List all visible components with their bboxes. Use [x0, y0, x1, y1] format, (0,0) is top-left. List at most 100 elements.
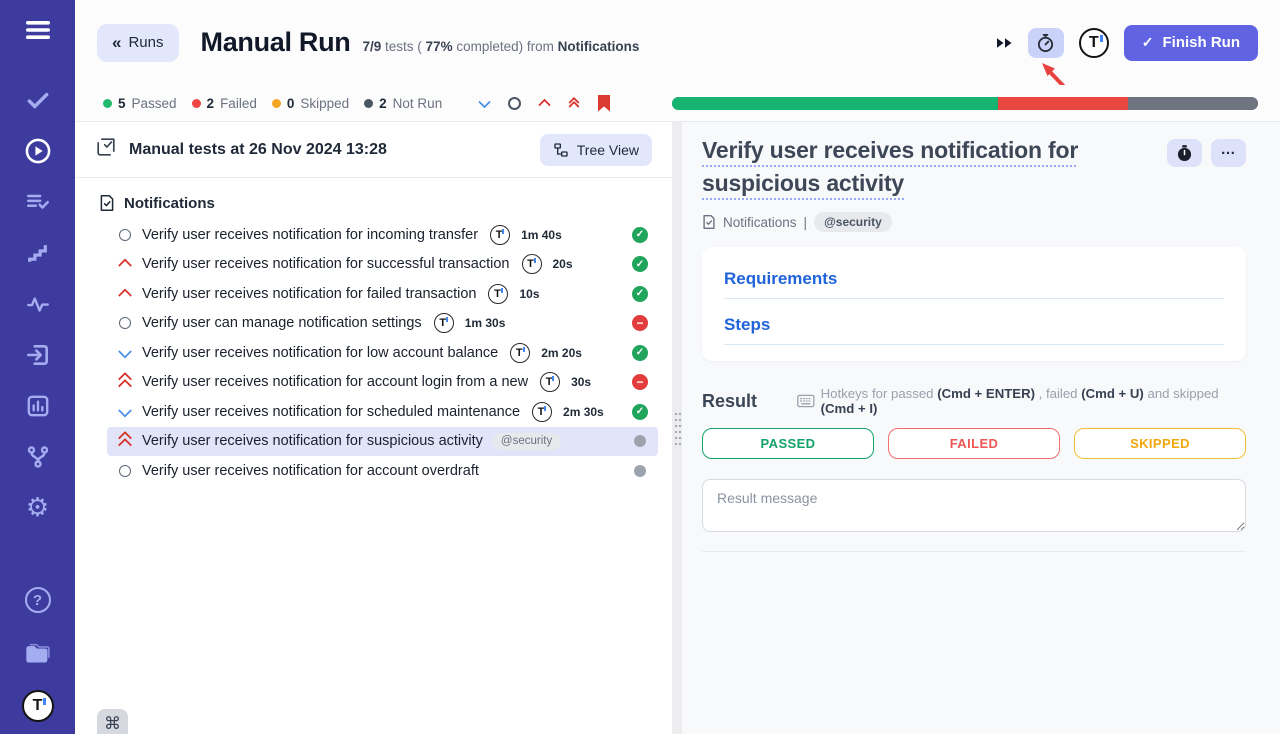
analytics-icon[interactable]	[24, 392, 52, 420]
bookmark-icon[interactable]	[596, 95, 612, 111]
help-icon[interactable]: ?	[24, 586, 52, 614]
test-priority-icon[interactable]	[117, 407, 133, 417]
test-priority-icon[interactable]	[117, 289, 133, 299]
result-button[interactable]: FAILED	[888, 428, 1060, 459]
test-duration: 1m 40s	[521, 228, 562, 242]
sidebar-bottom-group: ? T	[22, 586, 54, 722]
test-rows: Verify user receives notification for in…	[93, 220, 658, 486]
run-progress-subtitle: 7/9 tests ( 77% completed) from Notifica…	[363, 39, 640, 54]
status-count-label: Not Run	[393, 96, 443, 111]
test-detail-panel: Verify user receives notification for su…	[682, 122, 1280, 734]
tag-badge[interactable]: @security	[814, 212, 892, 232]
test-result-icon	[634, 435, 646, 447]
status-count-item[interactable]: 5 Passed	[103, 96, 177, 111]
test-priority-icon[interactable]	[117, 348, 133, 358]
chevron-up-icon[interactable]	[536, 95, 552, 111]
status-count-item[interactable]: 2 Failed	[192, 96, 257, 111]
test-result-icon	[632, 286, 648, 302]
test-row[interactable]: Verify user receives notification for ac…	[107, 456, 658, 486]
tree-view-button[interactable]: Tree View	[540, 134, 652, 166]
test-priority-icon[interactable]	[117, 317, 133, 329]
priority-filters	[476, 95, 612, 111]
result-button[interactable]: PASSED	[702, 428, 874, 459]
panel-splitter[interactable]	[672, 122, 682, 734]
test-row[interactable]: Verify user receives notification for lo…	[107, 338, 658, 368]
test-row[interactable]: Verify user receives notification for sc…	[107, 397, 658, 427]
test-row[interactable]: Verify user receives notification for in…	[107, 220, 658, 250]
test-list-panel: Manual tests at 26 Nov 2024 13:28 Tree V…	[75, 122, 672, 734]
circle-icon[interactable]	[506, 95, 522, 111]
run-play-icon[interactable]	[24, 137, 52, 165]
status-count-number: 2	[379, 96, 387, 111]
header: « Runs Manual Run 7/9 tests ( 77% comple…	[75, 0, 1280, 85]
test-result-icon	[632, 374, 648, 390]
test-row[interactable]: Verify user receives notification for su…	[107, 427, 658, 457]
status-count-item[interactable]: 2 Not Run	[364, 96, 442, 111]
breadcrumb-suite[interactable]: Notifications	[723, 215, 797, 230]
more-options-button[interactable]: …	[1211, 139, 1246, 167]
tests-check-icon[interactable]	[24, 86, 52, 114]
timer-button-wrap	[1028, 28, 1064, 58]
status-count-item[interactable]: 0 Skipped	[272, 96, 349, 111]
chevron-double-up-icon[interactable]	[566, 95, 582, 111]
status-dot-icon	[272, 99, 281, 108]
checklist-icon[interactable]	[24, 188, 52, 216]
test-result-icon	[632, 404, 648, 420]
test-tree: Notifications Verify user receives notif…	[75, 178, 672, 486]
status-dot-icon	[364, 99, 373, 108]
import-icon[interactable]	[24, 341, 52, 369]
test-title: Verify user receives notification for fa…	[142, 286, 476, 302]
hotkeys-hint: Hotkeys for passed (Cmd + ENTER) , faile…	[797, 386, 1246, 416]
test-row[interactable]: Verify user can manage notification sett…	[107, 309, 658, 339]
test-title: Verify user receives notification for ac…	[142, 463, 479, 479]
fast-forward-icon[interactable]	[996, 36, 1013, 50]
result-button[interactable]: SKIPPED	[1074, 428, 1246, 459]
branches-icon[interactable]	[24, 443, 52, 471]
steps-icon[interactable]	[24, 239, 52, 267]
test-title: Verify user receives notification for su…	[142, 433, 483, 449]
command-key-badge[interactable]: ⌘	[97, 709, 128, 734]
test-priority-icon[interactable]	[117, 229, 133, 241]
result-label: Result	[702, 391, 757, 412]
doc-icon	[702, 214, 716, 230]
testomat-logo-icon	[490, 225, 510, 245]
suite-group-label: Notifications	[124, 195, 215, 212]
status-dot-icon	[192, 99, 201, 108]
testomat-logo-icon[interactable]: T	[1079, 28, 1109, 58]
files-folder-icon[interactable]	[24, 638, 52, 666]
suite-doc-icon	[99, 194, 115, 212]
settings-gear-icon[interactable]: ⚙	[24, 494, 52, 522]
finish-run-button[interactable]: ✓ Finish Run	[1124, 25, 1258, 61]
test-row[interactable]: Verify user receives notification for ac…	[107, 368, 658, 398]
breadcrumb-separator: |	[804, 215, 808, 230]
test-priority-icon[interactable]	[117, 259, 133, 269]
back-arrow-icon: «	[112, 33, 121, 53]
pulse-icon[interactable]	[24, 290, 52, 318]
test-title: Verify user receives notification for ac…	[142, 374, 528, 390]
detail-section: Requirements	[724, 269, 1224, 299]
back-button-label: Runs	[128, 34, 163, 51]
test-priority-icon[interactable]	[117, 374, 133, 391]
result-message-input[interactable]	[702, 479, 1246, 532]
test-row[interactable]: Verify user receives notification for fa…	[107, 279, 658, 309]
status-dot-icon	[103, 99, 112, 108]
chevron-down-icon[interactable]	[476, 95, 492, 111]
suite-group-row[interactable]: Notifications	[93, 190, 658, 220]
test-priority-icon[interactable]	[117, 465, 133, 477]
testomat-logo-icon	[540, 372, 560, 392]
testomat-logo-icon[interactable]: T	[22, 690, 54, 722]
test-priority-icon[interactable]	[117, 433, 133, 450]
keyboard-icon	[797, 394, 815, 408]
test-row[interactable]: Verify user receives notification for su…	[107, 250, 658, 280]
back-to-runs-button[interactable]: « Runs	[97, 24, 179, 62]
testomat-logo-icon	[532, 402, 552, 422]
timer-button[interactable]	[1028, 28, 1064, 58]
detail-title[interactable]: Verify user receives notification for su…	[702, 134, 1124, 200]
section-link[interactable]: Steps	[724, 315, 770, 334]
menu-icon[interactable]	[24, 16, 52, 44]
test-title: Verify user receives notification for lo…	[142, 345, 498, 361]
section-link[interactable]: Requirements	[724, 269, 837, 288]
stopwatch-button[interactable]	[1167, 139, 1202, 167]
status-counts: 5 Passed 2 Failed 0 Skipped 2	[103, 96, 442, 111]
test-duration: 2m 30s	[563, 405, 604, 419]
